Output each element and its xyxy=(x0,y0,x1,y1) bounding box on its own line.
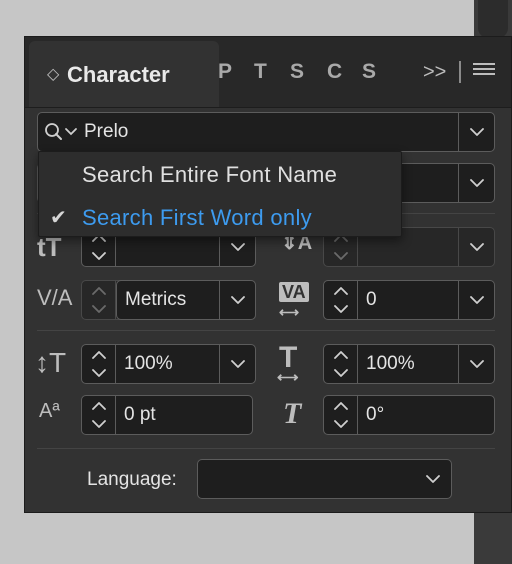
checkmark-icon: ✔ xyxy=(50,207,67,229)
tracking-field[interactable]: 0 xyxy=(323,280,495,320)
kerning-select[interactable]: Metrics xyxy=(116,280,256,320)
menu-item-label: Search Entire Font Name xyxy=(82,162,338,187)
baseline-shift-field[interactable]: 0 pt xyxy=(81,395,253,435)
skew-stepper[interactable] xyxy=(324,396,358,434)
chevron-down-icon[interactable] xyxy=(219,345,255,383)
skew-icon: T xyxy=(283,397,302,430)
chevron-down-icon[interactable] xyxy=(458,345,494,383)
tracking-icon: VA xyxy=(279,282,309,302)
chevron-down-icon[interactable] xyxy=(458,281,494,319)
tab-character-label: Character xyxy=(67,62,170,87)
character-panel: ◇ Character P T S C S >> Prelo tT ⇕A V/A… xyxy=(24,36,512,513)
tab-swatches[interactable]: S xyxy=(362,59,376,85)
tracking-value: 0 xyxy=(366,289,377,310)
tab-styles[interactable]: S xyxy=(290,59,304,85)
panel-menu-icon[interactable] xyxy=(473,63,495,79)
tab-color[interactable]: C xyxy=(327,59,342,85)
background-scroll-handle xyxy=(478,0,508,38)
kerning-stepper[interactable] xyxy=(82,281,116,319)
skew-value: 0° xyxy=(366,404,385,425)
baseline-shift-value: 0 pt xyxy=(124,404,156,425)
kerning-field[interactable]: Metrics xyxy=(81,280,256,320)
chevron-down-icon[interactable] xyxy=(458,164,494,202)
search-icon[interactable] xyxy=(42,121,84,149)
baseline-shift-stepper[interactable] xyxy=(82,396,116,434)
menu-item-search-entire-font-name[interactable]: Search Entire Font Name xyxy=(39,154,401,194)
kerning-value: Metrics xyxy=(125,289,187,310)
divider xyxy=(37,448,495,449)
chevron-down-icon[interactable] xyxy=(458,228,494,266)
vertical-scale-icon: ↕T xyxy=(35,347,67,378)
font-family-field[interactable]: Prelo xyxy=(37,112,495,152)
skew-field[interactable]: 0° xyxy=(323,395,495,435)
panel-tab-bar: ◇ Character P T S C S >> xyxy=(25,37,511,108)
tab-text[interactable]: T xyxy=(254,59,267,85)
menu-item-label: Search First Word only xyxy=(82,205,312,230)
language-label: Language: xyxy=(87,469,177,490)
horizontal-scale-field[interactable]: 100% xyxy=(323,344,495,384)
chevron-down-icon[interactable] xyxy=(219,281,255,319)
kerning-icon: V/A xyxy=(37,285,73,310)
font-search-options-menu: Search Entire Font Name ✔ Search First W… xyxy=(38,151,402,237)
vertical-scale-value: 100% xyxy=(124,353,173,374)
language-select[interactable] xyxy=(197,459,452,499)
vertical-scale-stepper[interactable] xyxy=(82,345,116,383)
leading-icon: tT xyxy=(37,232,62,262)
font-family-value: Prelo xyxy=(84,121,129,142)
horizontal-scale-value: 100% xyxy=(366,353,415,374)
collapse-icon[interactable]: ◇ xyxy=(47,67,59,83)
vertical-scale-field[interactable]: 100% xyxy=(81,344,256,384)
menu-item-search-first-word-only[interactable]: ✔ Search First Word only xyxy=(39,197,401,237)
horizontal-scale-arrow-icon: ⟷ xyxy=(277,369,299,386)
tracking-arrow-icon: ⟷ xyxy=(279,304,300,320)
tracking-stepper[interactable] xyxy=(324,281,358,319)
chevron-down-icon[interactable] xyxy=(458,113,494,151)
chevron-down-icon[interactable] xyxy=(415,460,451,498)
horizontal-scale-stepper[interactable] xyxy=(324,345,358,383)
more-tabs-button[interactable]: >> xyxy=(423,59,446,85)
divider xyxy=(37,330,495,331)
tab-character[interactable]: ◇ Character xyxy=(29,41,219,107)
tab-divider xyxy=(459,61,461,83)
baseline-shift-icon: Aª xyxy=(39,400,60,422)
tab-paragraph[interactable]: P xyxy=(218,59,232,85)
